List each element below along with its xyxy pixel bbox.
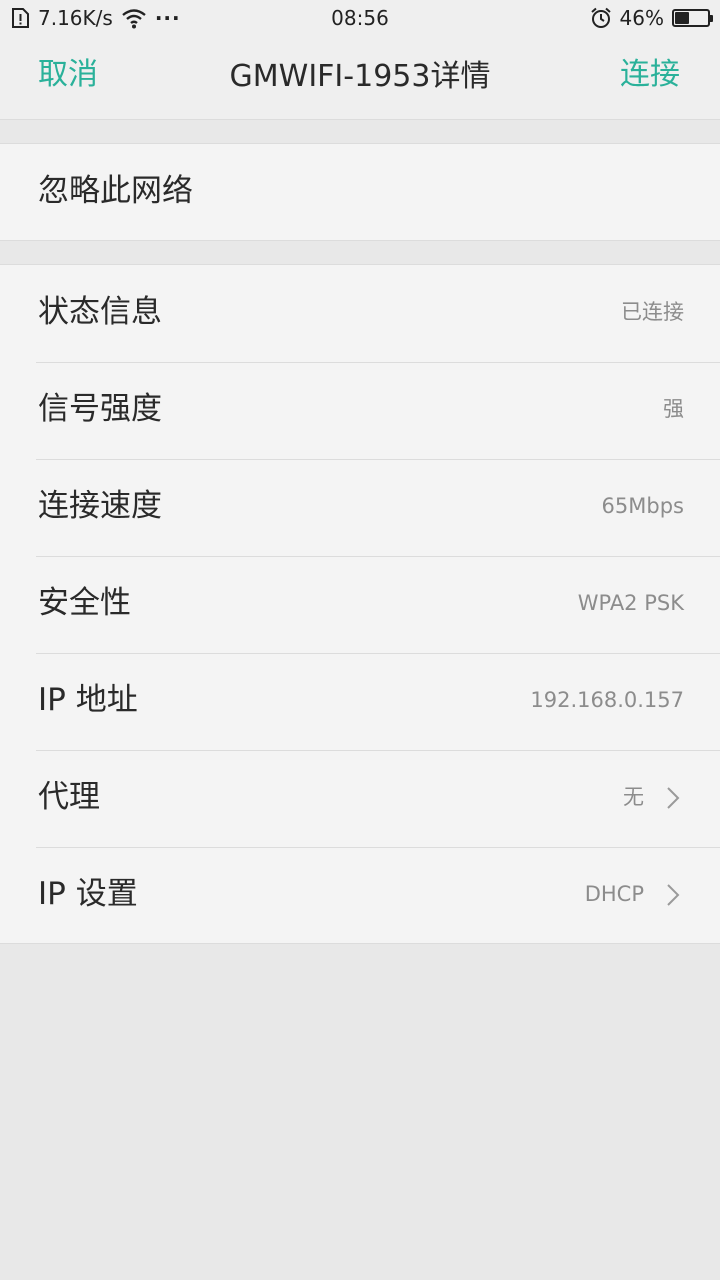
ip-settings-label: IP 设置 [38, 876, 138, 912]
battery-percent: 46% [619, 6, 664, 30]
forget-network-button[interactable]: 忽略此网络 [38, 144, 193, 238]
proxy-label: 代理 [38, 779, 100, 815]
security-label: 安全性 [38, 585, 131, 621]
page-title: GMWIFI-1953详情 [229, 59, 491, 94]
ip-address-value: 192.168.0.157 [530, 688, 684, 712]
battery-level-fill [675, 12, 689, 24]
chevron-right-icon [667, 787, 680, 809]
signal-strength-label: 信号强度 [38, 391, 162, 427]
security-value: WPA2 PSK [577, 591, 684, 615]
title-bar: 取消 GMWIFI-1953详情 连接 [0, 36, 720, 120]
link-speed-value: 65Mbps [601, 494, 684, 518]
status-label: 状态信息 [38, 294, 162, 330]
chevron-right-icon [667, 884, 680, 906]
ip-settings-value: DHCP [584, 882, 644, 906]
row-link-speed: 连接速度 65Mbps [0, 459, 720, 556]
row-status: 状态信息 已连接 [0, 265, 720, 362]
row-security: 安全性 WPA2 PSK [0, 556, 720, 653]
proxy-value: 无 [623, 785, 644, 809]
forget-network-group: 忽略此网络 [0, 143, 720, 241]
status-right: 46% [590, 5, 713, 31]
signal-strength-value: 强 [663, 397, 684, 421]
status-bar: 7.16K/s ··· 08:56 46% [0, 0, 720, 36]
status-value: 已连接 [621, 300, 684, 324]
network-details-list: 状态信息 已连接 信号强度 强 连接速度 65Mbps 安全性 WPA2 PSK… [0, 264, 720, 944]
ip-address-label: IP 地址 [38, 682, 138, 718]
link-speed-label: 连接速度 [38, 488, 162, 524]
alarm-icon [590, 7, 612, 29]
battery-icon [672, 9, 713, 27]
row-ip-settings[interactable]: IP 设置 DHCP [0, 847, 720, 944]
row-signal-strength: 信号强度 强 [0, 362, 720, 459]
row-proxy[interactable]: 代理 无 [0, 750, 720, 847]
connect-button[interactable]: 连接 [620, 36, 680, 120]
row-ip-address: IP 地址 192.168.0.157 [0, 653, 720, 750]
